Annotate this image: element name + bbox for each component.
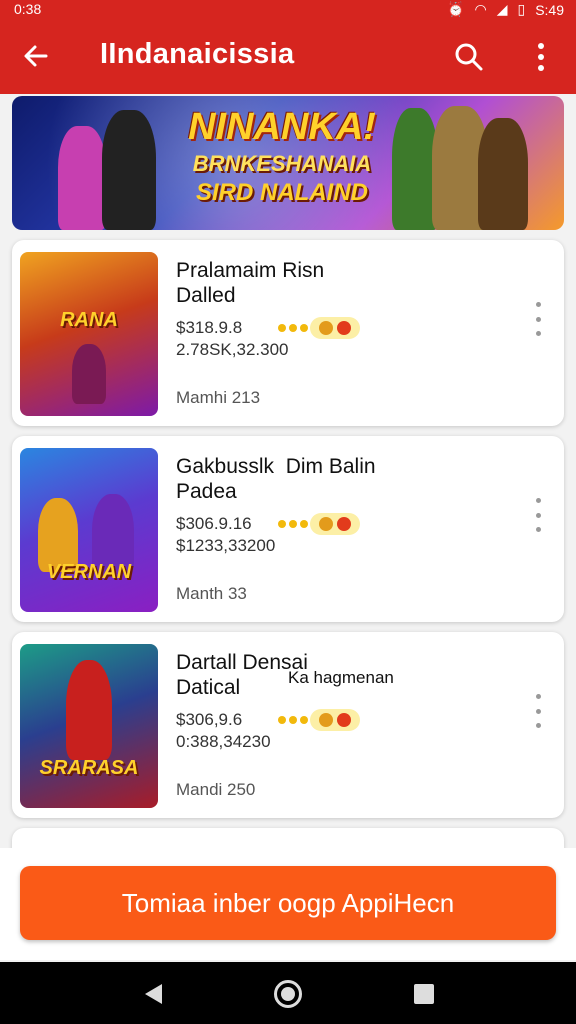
item-title: Pralamaim Risn xyxy=(176,259,325,282)
badge-icon xyxy=(337,321,351,335)
banner-character-right-3 xyxy=(478,118,528,230)
banner-character-left-2 xyxy=(102,110,156,230)
rating-dots xyxy=(278,520,308,528)
badge-icon xyxy=(319,321,333,335)
thumbnail-title: SRARASA xyxy=(39,757,139,779)
item-extra-label: Ka hagmenan xyxy=(288,668,394,687)
item-date: Manth 33 xyxy=(176,584,247,603)
banner-character-left-1 xyxy=(58,126,106,230)
app-bar: IIndanaicissia xyxy=(0,20,576,94)
signal-icon: ◢ xyxy=(496,1,508,17)
status-clock: S:49 xyxy=(535,1,564,18)
badge-icon xyxy=(319,713,333,727)
thumbnail-title: VERNAN xyxy=(46,561,132,583)
battery-icon: ▯ xyxy=(517,1,526,17)
item-more-button[interactable] xyxy=(530,694,546,728)
banner-headline: NINANKA! xyxy=(188,106,376,148)
rating-dots xyxy=(278,716,308,724)
badge-icon xyxy=(337,517,351,531)
nav-home-icon[interactable] xyxy=(274,980,302,1008)
thumbnail-character xyxy=(66,660,112,760)
promo-banner[interactable]: NINANKA! BRNKESHANAIA SIRD NALAIND xyxy=(12,96,564,230)
nav-recents-icon[interactable] xyxy=(414,984,434,1004)
page-title: IIndanaicissia xyxy=(100,38,295,70)
list-item[interactable]: RANA Pralamaim Risn Dalled $318.9.8 2.78… xyxy=(12,240,564,426)
item-subtitle: Dalled xyxy=(176,284,236,307)
banner-text: NINANKA! BRNKESHANAIA SIRD NALAIND xyxy=(162,106,402,207)
category-badge xyxy=(310,513,360,535)
item-subtitle: Datical xyxy=(176,676,241,699)
status-time: 0:38 xyxy=(14,1,42,17)
list-item[interactable]: SRARASA Dartall Densai Datical Ka hagmen… xyxy=(12,632,564,818)
wifi-icon: ◠ xyxy=(474,1,487,17)
arrow-back-icon xyxy=(24,45,48,67)
badge-icon xyxy=(319,517,333,531)
thumbnail-character xyxy=(72,344,106,404)
nav-back-icon[interactable] xyxy=(142,982,164,1006)
item-date: Mandi 250 xyxy=(176,780,256,799)
item-more-button[interactable] xyxy=(530,302,546,336)
game-thumbnail: RANA xyxy=(20,252,158,416)
search-icon xyxy=(455,43,483,71)
item-downloads: $1233,33200 xyxy=(176,536,276,555)
overflow-menu-button[interactable] xyxy=(526,38,556,76)
game-thumbnail: SRARASA xyxy=(20,644,158,808)
item-price: $306,9.6 xyxy=(176,710,243,729)
item-title: Gakbusslk Dim Balin xyxy=(176,455,376,478)
more-vertical-icon xyxy=(538,43,544,71)
install-app-button[interactable]: Tomiaa inber oogp AppiHecn xyxy=(20,866,556,940)
alarm-icon: ⏰ xyxy=(447,1,465,17)
system-navigation-bar xyxy=(0,962,576,1024)
category-badge xyxy=(310,709,360,731)
category-badge xyxy=(310,317,360,339)
search-button[interactable] xyxy=(450,38,488,76)
item-downloads: 2.78SK,32.300 xyxy=(176,340,289,359)
item-price: $306.9.16 xyxy=(176,514,252,533)
banner-tagline: SIRD NALAIND xyxy=(196,179,368,206)
banner-subheadline: BRNKESHANAIA xyxy=(192,151,372,176)
item-more-button[interactable] xyxy=(530,498,546,532)
item-price: $318.9.8 xyxy=(176,318,243,337)
list-item[interactable]: VERNAN Gakbusslk Dim Balin Padea $306.9.… xyxy=(12,436,564,622)
rating-dots xyxy=(278,324,308,332)
item-downloads: 0:388,34230 xyxy=(176,732,271,751)
status-bar: 0:38 ⏰ ◠ ◢ ▯ S:49 xyxy=(0,0,576,20)
item-subtitle: Padea xyxy=(176,480,237,503)
badge-icon xyxy=(337,713,351,727)
status-icons: ⏰ ◠ ◢ ▯ S:49 xyxy=(447,1,564,18)
back-button[interactable] xyxy=(18,38,54,74)
thumbnail-title: RANA xyxy=(60,309,118,331)
item-date: Mamhi 213 xyxy=(176,388,261,407)
game-thumbnail: VERNAN xyxy=(20,448,158,612)
